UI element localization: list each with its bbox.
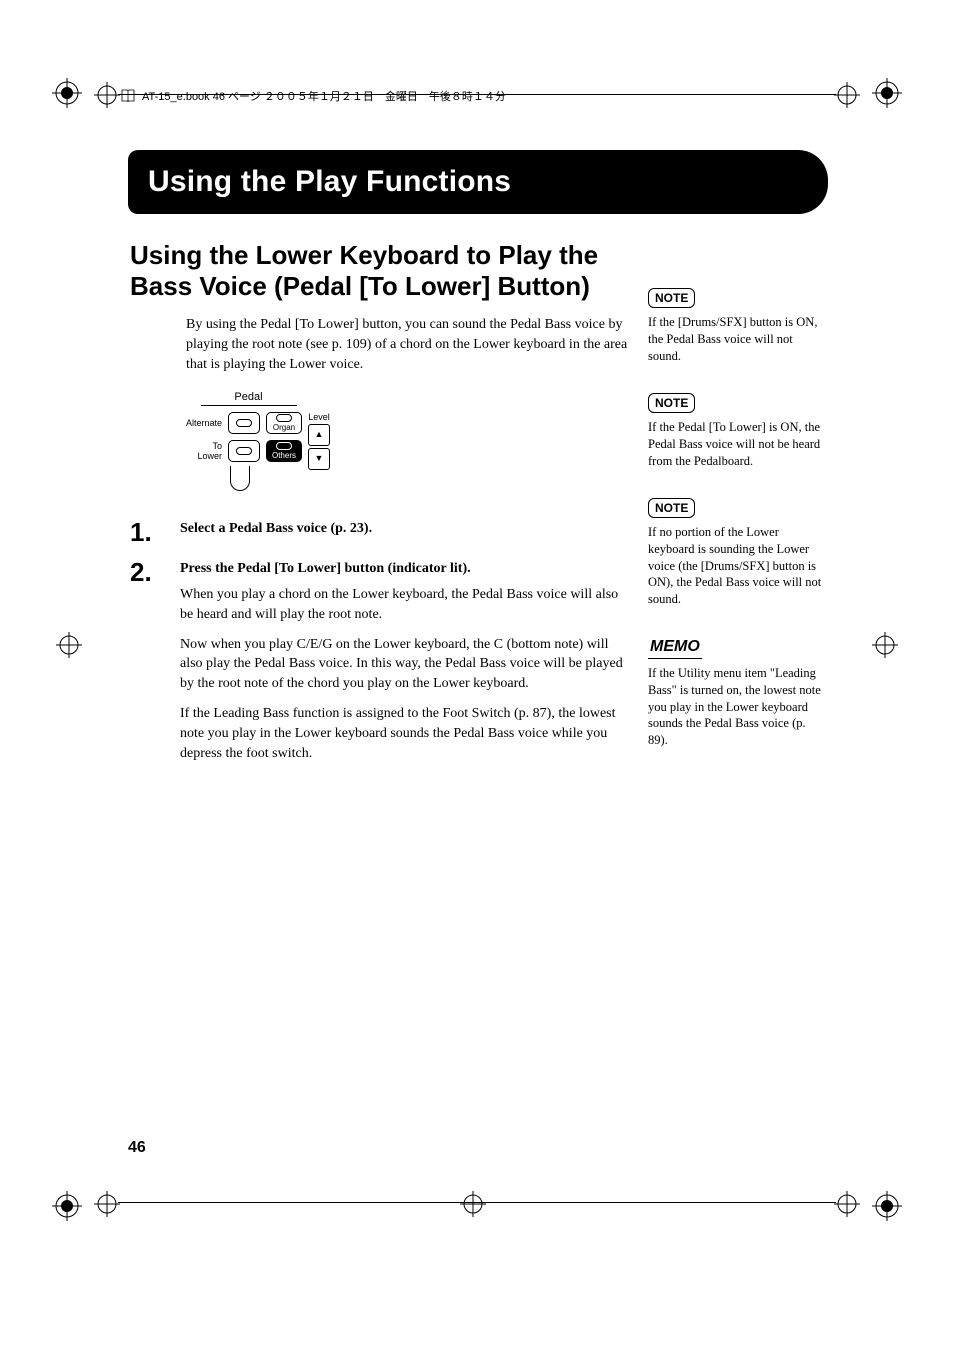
note-label: NOTE — [648, 498, 695, 518]
side-notes-column: NOTE If the [Drums/SFX] button is ON, th… — [648, 288, 823, 777]
diagram-alternate-button — [228, 412, 260, 434]
page-number: 46 — [128, 1139, 146, 1157]
note-text: If the [Drums/SFX] button is ON, the Ped… — [648, 314, 823, 365]
chapter-title: Using the Play Functions — [148, 165, 511, 199]
diagram-others-button: Others — [266, 440, 302, 462]
printer-mark-icon — [52, 78, 82, 108]
book-info-text: AT-15_e.book 46 ページ ２００５年１月２１日 金曜日 午後８時１… — [142, 88, 506, 104]
chapter-banner: Using the Play Functions — [128, 150, 828, 214]
crop-line — [118, 1202, 836, 1203]
printer-mark-icon — [872, 1191, 902, 1221]
diagram-alternate-label: Alternate — [186, 418, 222, 428]
step-1: 1. Select a Pedal Bass voice (p. 23). — [130, 519, 630, 545]
step-number: 1. — [130, 519, 180, 545]
diagram-level-up-button: ▲ — [308, 424, 330, 446]
diagram-header: Pedal — [201, 391, 297, 406]
note-block: NOTE If the [Drums/SFX] button is ON, th… — [648, 288, 823, 365]
step-heading: Press the Pedal [To Lower] button (indic… — [180, 559, 630, 579]
diagram-organ-button: Organ — [266, 412, 302, 434]
crosshair-icon — [834, 82, 860, 108]
pedal-diagram: Pedal Alternate To Lower Organ — [186, 391, 311, 491]
step-para: Now when you play C/E/G on the Lower key… — [180, 635, 630, 695]
memo-label: MEMO — [648, 636, 702, 659]
crosshair-icon — [94, 82, 120, 108]
diagram-level-down-button: ▼ — [308, 448, 330, 470]
note-label: NOTE — [648, 393, 695, 413]
diagram-tolower-button — [228, 440, 260, 462]
printer-mark-icon — [872, 78, 902, 108]
printer-mark-icon — [52, 1191, 82, 1221]
steps-list: 1. Select a Pedal Bass voice (p. 23). 2.… — [130, 519, 630, 774]
book-info-header: AT-15_e.book 46 ページ ２００５年１月２１日 金曜日 午後８時１… — [120, 88, 506, 104]
step-2: 2. Press the Pedal [To Lower] button (in… — [130, 559, 630, 774]
section-intro: By using the Pedal [To Lower] button, yo… — [186, 315, 630, 375]
diagram-level-label: Level — [308, 412, 330, 422]
crosshair-icon — [834, 1191, 860, 1217]
finger-pointer-icon — [230, 466, 250, 491]
crosshair-icon — [94, 1191, 120, 1217]
crosshair-icon — [460, 1191, 486, 1217]
page: AT-15_e.book 46 ページ ２００５年１月２１日 金曜日 午後８時１… — [0, 0, 954, 1351]
step-para: When you play a chord on the Lower keybo… — [180, 585, 630, 625]
main-content: Using the Lower Keyboard to Play the Bas… — [130, 240, 630, 788]
crosshair-icon — [56, 632, 82, 658]
step-number: 2. — [130, 559, 180, 774]
step-heading: Select a Pedal Bass voice (p. 23). — [180, 519, 630, 539]
note-text: If no portion of the Lower keyboard is s… — [648, 524, 823, 608]
note-text: If the Pedal [To Lower] is ON, the Pedal… — [648, 419, 823, 470]
note-block: NOTE If the Pedal [To Lower] is ON, the … — [648, 393, 823, 470]
crosshair-icon — [872, 632, 898, 658]
note-label: NOTE — [648, 288, 695, 308]
section-title: Using the Lower Keyboard to Play the Bas… — [130, 240, 630, 301]
note-block: NOTE If no portion of the Lower keyboard… — [648, 498, 823, 609]
diagram-tolower-label: To Lower — [186, 441, 222, 461]
book-icon — [120, 88, 136, 104]
step-para: If the Leading Bass function is assigned… — [180, 704, 630, 764]
memo-block: MEMO If the Utility menu item "Leading B… — [648, 636, 823, 749]
memo-text: If the Utility menu item "Leading Bass" … — [648, 665, 823, 749]
